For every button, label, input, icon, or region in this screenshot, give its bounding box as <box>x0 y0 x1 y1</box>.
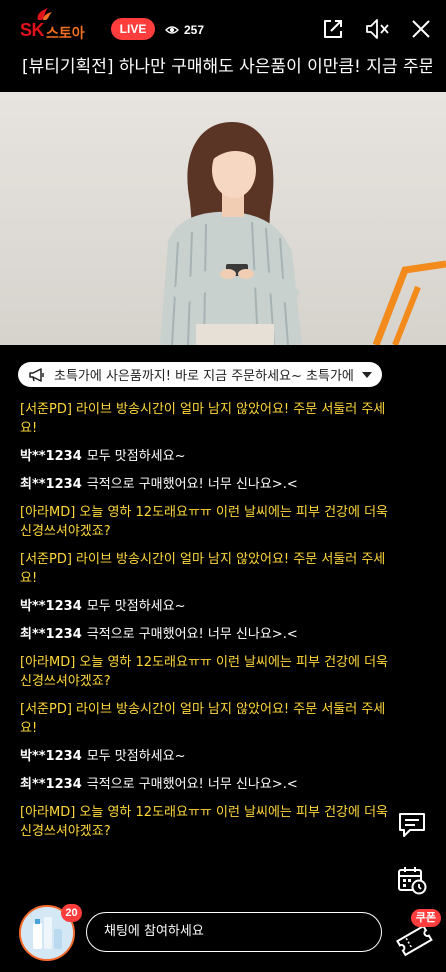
video-frame-image <box>160 122 446 345</box>
top-bar: SK 스토아 LIVE 257 [뷰티기획전] 하나만 구매해도 사은품이 이만… <box>0 0 446 92</box>
chat-username: 최**1234 <box>20 627 82 642</box>
chevron-down-icon[interactable] <box>362 371 372 378</box>
chat-input[interactable]: 채팅에 참여하세요 <box>86 912 382 952</box>
live-badge: LIVE <box>111 18 155 40</box>
close-icon <box>412 20 430 38</box>
chat-text: [아라MD] 오늘 영하 12도래요ㅠㅠ 이런 날씨에는 피부 건강에 더욱 신… <box>20 505 389 539</box>
chat-message: 박**1234 모두 맛점하세요~ <box>20 597 400 616</box>
coupon-button[interactable]: 쿠폰 <box>393 909 441 959</box>
logo-sk-text: SK <box>20 20 45 40</box>
chat-message: 최**1234 극적으로 구매했어요! 너무 신나요>.< <box>20 475 400 494</box>
chat-message: [아라MD] 오늘 영하 12도래요ㅠㅠ 이런 날씨에는 피부 건강에 더욱 신… <box>20 803 400 841</box>
viewer-count-value: 257 <box>184 23 205 37</box>
chat-text: 극적으로 구매했어요! 너무 신나요>.< <box>86 477 298 492</box>
chat-username: 최**1234 <box>20 477 82 492</box>
logo-store-text: 스토아 <box>46 26 85 42</box>
mute-icon <box>366 19 389 39</box>
chat-list[interactable]: [서준PD] 라이브 방송시간이 얼마 남지 않았어요! 주문 서둘러 주세요!… <box>20 400 400 850</box>
product-count-badge: 20 <box>61 904 82 922</box>
viewer-count: 257 <box>165 20 204 40</box>
share-icon <box>324 20 342 38</box>
chat-username: 박**1234 <box>20 599 82 614</box>
close-button[interactable] <box>406 14 436 44</box>
chat-message: 박**1234 모두 맛점하세요~ <box>20 447 400 466</box>
top-actions <box>318 14 436 44</box>
chat-message: [아라MD] 오늘 영하 12도래요ㅠㅠ 이런 날씨에는 피부 건강에 더욱 신… <box>20 503 400 541</box>
calendar-clock-icon <box>398 867 427 895</box>
notice-text: 초특가에 사은품까지! 바로 지금 주문하세요~ 초특가에 사은품까지! <box>54 369 354 384</box>
chat-message: [아라MD] 오늘 영하 12도래요ㅠㅠ 이런 날씨에는 피부 건강에 더욱 신… <box>20 653 400 691</box>
chat-text: 극적으로 구매했어요! 너무 신나요>.< <box>86 627 298 642</box>
chat-message: [서준PD] 라이브 방송시간이 얼마 남지 않았어요! 주문 서둘러 주세요! <box>20 400 400 438</box>
chat-username: 박**1234 <box>20 449 82 464</box>
share-button[interactable] <box>318 14 348 44</box>
chat-text: 모두 맛점하세요~ <box>86 599 186 614</box>
chat-text: [아라MD] 오늘 영하 12도래요ㅠㅠ 이런 날씨에는 피부 건강에 더욱 신… <box>20 805 389 839</box>
chat-text: [서준PD] 라이브 방송시간이 얼마 남지 않았어요! 주문 서둘러 주세요! <box>20 552 386 586</box>
chat-text: 모두 맛점하세요~ <box>86 449 186 464</box>
chat-username: 박**1234 <box>20 749 82 764</box>
chat-username: 최**1234 <box>20 777 82 792</box>
chat-message: 박**1234 모두 맛점하세요~ <box>20 747 400 766</box>
chat-bubble-icon <box>399 813 425 837</box>
coupon-label: 쿠폰 <box>410 909 441 927</box>
bottom-bar: 20 채팅에 참여하세요 쿠폰 <box>0 900 446 972</box>
chat-text: [서준PD] 라이브 방송시간이 얼마 남지 않았어요! 주문 서둘러 주세요! <box>20 702 386 736</box>
chat-message: 최**1234 극적으로 구매했어요! 너무 신나요>.< <box>20 625 400 644</box>
chat-text: [서준PD] 라이브 방송시간이 얼마 남지 않았어요! 주문 서둘러 주세요! <box>20 402 386 436</box>
eye-icon <box>165 26 179 34</box>
live-video[interactable] <box>0 92 446 345</box>
chat-text: 극적으로 구매했어요! 너무 신나요>.< <box>86 777 298 792</box>
notice-banner[interactable]: 초특가에 사은품까지! 바로 지금 주문하세요~ 초특가에 사은품까지! <box>18 362 382 387</box>
chat-toggle-button[interactable] <box>395 808 429 842</box>
mute-button[interactable] <box>362 14 392 44</box>
chat-message: 최**1234 극적으로 구매했어요! 너무 신나요>.< <box>20 775 400 794</box>
broadcast-title: [뷰티기획전] 하나만 구매해도 사은품이 이만큼! 지금 주문하세요 <box>22 57 432 77</box>
sk-stoa-logo[interactable]: SK 스토아 <box>20 6 100 46</box>
chat-message: [서준PD] 라이브 방송시간이 얼마 남지 않았어요! 주문 서둘러 주세요! <box>20 550 400 588</box>
chat-message: [서준PD] 라이브 방송시간이 얼마 남지 않았어요! 주문 서둘러 주세요! <box>20 700 400 738</box>
megaphone-icon <box>29 367 44 382</box>
chat-text: [아라MD] 오늘 영하 12도래요ㅠㅠ 이런 날씨에는 피부 건강에 더욱 신… <box>20 655 389 689</box>
chat-text: 모두 맛점하세요~ <box>86 749 186 764</box>
schedule-button[interactable] <box>395 863 429 897</box>
